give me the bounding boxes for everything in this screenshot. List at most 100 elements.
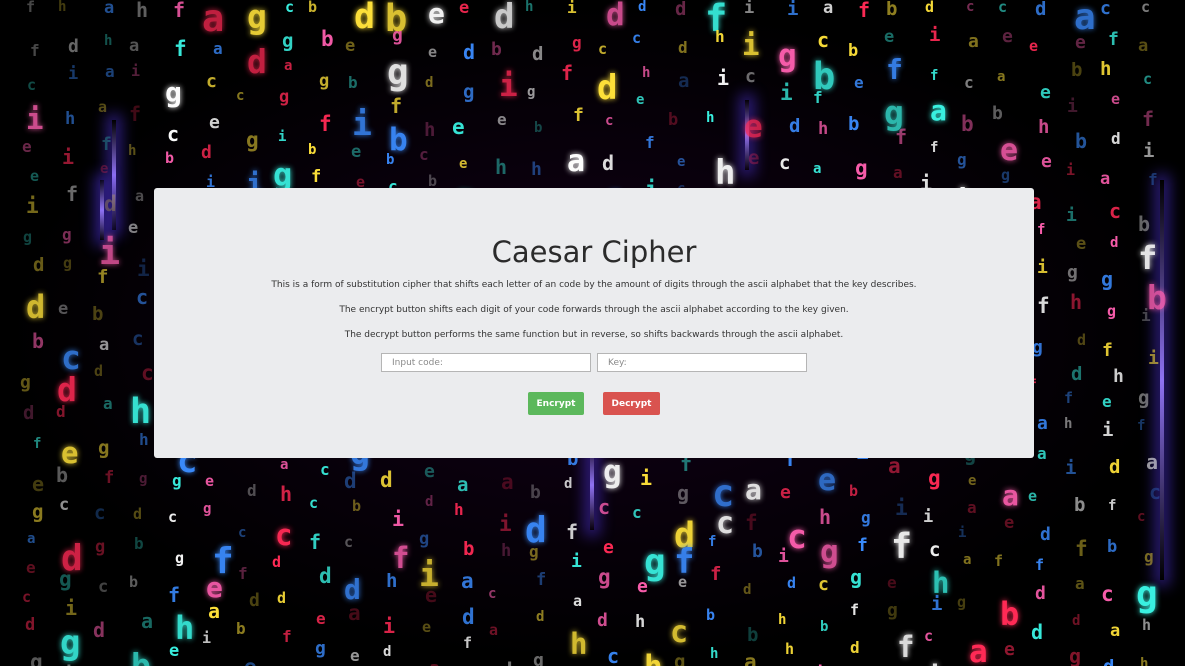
background-letter: d — [678, 38, 688, 57]
background-letter: c — [745, 66, 756, 87]
background-letter: g — [533, 650, 544, 666]
background-letter: i — [742, 28, 760, 62]
background-letter: e — [1040, 82, 1051, 103]
background-letter: d — [787, 574, 797, 592]
background-letter: e — [452, 115, 465, 139]
background-letter: h — [1100, 58, 1112, 80]
background-letter: c — [141, 361, 154, 385]
background-letter: a — [27, 531, 36, 547]
background-letter: f — [392, 541, 410, 575]
background-letter: d — [743, 582, 752, 598]
background-letter: e — [636, 92, 645, 108]
background-letter: i — [68, 64, 79, 84]
background-letter: g — [273, 156, 293, 194]
background-letter: g — [887, 600, 898, 621]
background-letter: i — [202, 629, 212, 647]
background-letter: g — [850, 565, 863, 589]
background-letter: c — [607, 644, 620, 666]
background-letter: d — [789, 115, 801, 137]
background-letter: e — [1041, 151, 1052, 172]
background-letter: h — [130, 392, 152, 432]
background-letter: e — [425, 583, 438, 607]
background-letter: g — [572, 33, 582, 52]
background-letter: h — [531, 159, 542, 180]
background-letter: d — [247, 481, 257, 500]
background-letter: f — [26, 0, 36, 16]
background-letter: e — [1111, 90, 1121, 108]
background-letter: f — [566, 520, 579, 544]
background-letter: g — [165, 76, 182, 109]
background-letter: i — [65, 596, 78, 620]
background-letter: i — [1141, 306, 1151, 325]
background-letter: h — [136, 0, 149, 22]
background-letter: b — [1074, 494, 1086, 516]
background-letter: e — [30, 167, 40, 185]
background-letter: e — [887, 573, 897, 592]
background-letter: d — [247, 42, 267, 81]
cipher-panel: Caesar Cipher This is a form of substitu… — [154, 188, 1034, 458]
background-letter: c — [632, 503, 642, 522]
background-letter: e — [1102, 392, 1112, 411]
background-letter: h — [778, 612, 787, 628]
background-letter: a — [429, 660, 440, 666]
background-letter: f — [173, 0, 186, 22]
background-letter: d — [602, 151, 615, 175]
background-letter: a — [98, 98, 108, 116]
background-letter: e — [100, 161, 109, 177]
background-letter: e — [1028, 487, 1038, 505]
background-letter: a — [678, 70, 690, 92]
key-input[interactable] — [597, 353, 807, 372]
background-letter: a — [284, 58, 293, 74]
background-letter: g — [59, 567, 72, 591]
background-letter: i — [392, 507, 405, 531]
background-letter: g — [529, 542, 539, 561]
background-letter: f — [573, 105, 584, 126]
background-letter: b — [134, 534, 144, 553]
background-letter: c — [998, 0, 1008, 16]
background-letter: b — [1075, 129, 1088, 153]
background-letter: e — [1076, 234, 1087, 254]
background-letter: i — [895, 496, 908, 520]
page-title: Caesar Cipher — [491, 235, 697, 269]
background-letter: i — [1066, 161, 1076, 179]
background-letter: f — [850, 601, 860, 619]
background-letter: i — [780, 81, 793, 105]
background-letter: g — [603, 454, 622, 490]
code-input[interactable] — [381, 353, 591, 372]
background-letter: c — [168, 508, 178, 526]
background-letter: g — [95, 537, 106, 557]
background-letter: g — [1144, 547, 1154, 566]
background-letter: c — [1109, 199, 1122, 223]
background-letter: d — [1031, 620, 1044, 644]
background-letter: a — [280, 457, 289, 473]
background-letter: f — [104, 468, 115, 488]
background-letter: c — [275, 518, 293, 552]
background-letter: c — [238, 525, 247, 541]
background-letter: f — [390, 94, 403, 118]
background-letter: e — [424, 461, 435, 482]
background-letter: g — [1001, 166, 1011, 184]
background-letter: h — [1142, 616, 1152, 634]
background-letter: a — [997, 69, 1006, 85]
background-letter: e — [428, 43, 438, 61]
background-letter: g — [247, 0, 267, 36]
background-letter: h — [454, 500, 464, 519]
background-letter: a — [348, 601, 361, 625]
background-letter: a — [967, 498, 977, 517]
decrypt-button[interactable]: Decrypt — [603, 392, 660, 415]
background-letter: c — [929, 539, 941, 561]
background-letter: h — [715, 27, 725, 46]
background-letter: c — [1137, 509, 1146, 525]
background-letter: c — [59, 495, 70, 515]
background-letter: i — [778, 546, 789, 567]
background-letter: a — [744, 650, 757, 666]
background-letter: g — [778, 38, 797, 74]
background-letter: g — [30, 650, 43, 666]
background-letter: e — [32, 472, 45, 496]
background-letter: b — [56, 463, 69, 487]
background-letter: d — [425, 75, 434, 91]
background-letter: e — [58, 299, 69, 319]
background-letter: g — [387, 52, 409, 93]
encrypt-button[interactable]: Encrypt — [528, 392, 584, 415]
background-letter: a — [202, 0, 225, 40]
